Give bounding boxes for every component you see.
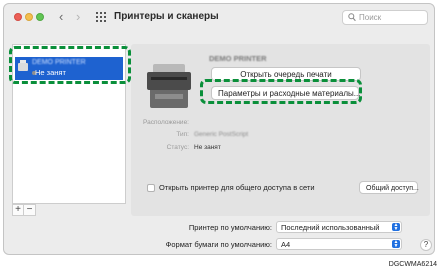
printer-detail-panel: DEMO PRINTER Открыть очередь печати Пара…	[131, 44, 430, 216]
search-field[interactable]	[342, 10, 428, 25]
default-paper-label: Формат бумаги по умолчанию:	[165, 240, 272, 249]
popup-chevrons-icon: ▲ ▼	[392, 222, 400, 232]
default-paper-value: A4	[281, 240, 291, 249]
search-input[interactable]	[359, 12, 423, 23]
location-label: Расположение:	[143, 119, 189, 126]
printer-list-item[interactable]: DEMO PRINTER Не занят	[15, 57, 123, 80]
close-window-button[interactable]	[14, 13, 22, 21]
kind-label: Тип:	[176, 131, 189, 138]
show-all-grid-icon[interactable]	[96, 12, 106, 22]
default-paper-select[interactable]: A4 ▲ ▼	[276, 238, 402, 250]
search-icon	[348, 13, 356, 22]
options-supplies-button[interactable]: Параметры и расходные материалы...	[211, 86, 360, 100]
popup-chevrons-icon: ▲ ▼	[392, 239, 400, 249]
default-printer-label: Принтер по умолчанию:	[188, 223, 272, 232]
help-button[interactable]: ?	[420, 239, 432, 251]
add-remove-controls: + −	[12, 204, 36, 216]
sharing-preferences-button[interactable]: Общий доступ...	[359, 181, 419, 194]
remove-printer-button[interactable]: −	[24, 204, 36, 216]
printer-list-item-status: Не занят	[35, 68, 66, 77]
printer-large-icon	[147, 64, 191, 110]
status-value: Не занят	[194, 144, 221, 151]
forward-button[interactable]: ›	[76, 10, 80, 23]
add-printer-button[interactable]: +	[12, 204, 24, 216]
printer-list-item-name: DEMO PRINTER	[32, 59, 86, 66]
title-bar: ‹ › Принтеры и сканеры	[4, 4, 434, 30]
default-printer-select[interactable]: Последний использованный ▲ ▼	[276, 221, 402, 233]
printer-list: DEMO PRINTER Не занят	[12, 44, 126, 204]
printer-name: DEMO PRINTER	[209, 54, 267, 63]
back-button[interactable]: ‹	[59, 10, 63, 23]
printer-icon	[18, 60, 28, 74]
window-title: Принтеры и сканеры	[114, 11, 219, 22]
default-printer-value: Последний использованный	[281, 223, 380, 232]
figure-code: DGCWMA6214	[388, 261, 437, 268]
minimize-window-button[interactable]	[25, 13, 33, 21]
share-printer-label: Открыть принтер для общего доступа в сет…	[159, 183, 315, 192]
open-print-queue-button[interactable]: Открыть очередь печати	[211, 67, 361, 81]
share-printer-checkbox[interactable]	[147, 184, 155, 192]
kind-value: Generic PostScript	[194, 131, 249, 138]
status-label: Статус:	[166, 144, 189, 151]
printers-scanners-window: ‹ › Принтеры и сканеры DEMO PRINTER Не з…	[3, 3, 435, 255]
zoom-window-button[interactable]	[36, 13, 44, 21]
